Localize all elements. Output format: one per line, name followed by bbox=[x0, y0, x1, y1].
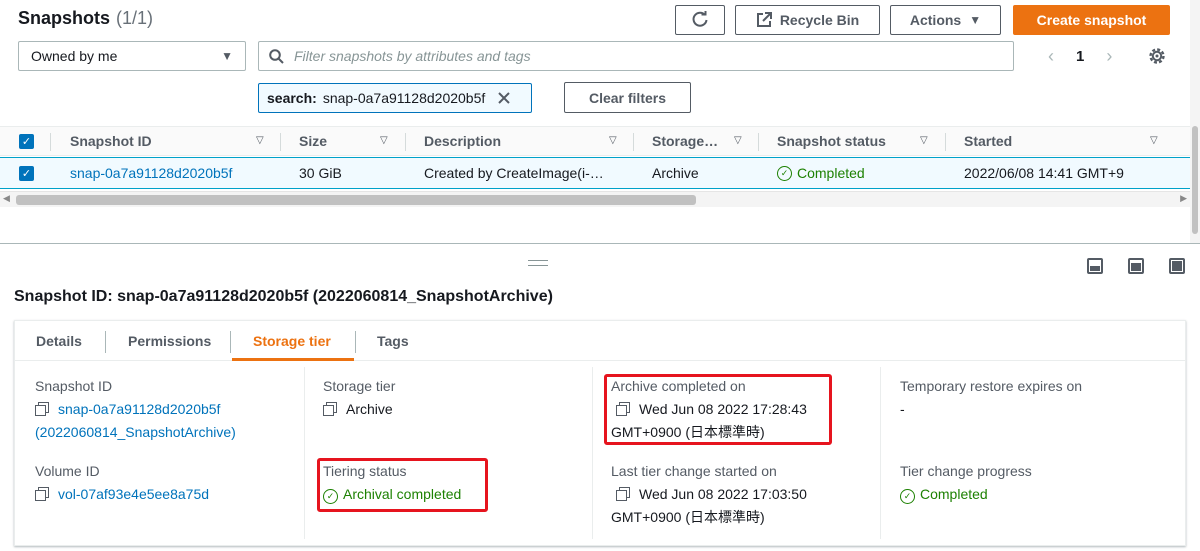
gear-icon[interactable] bbox=[1146, 45, 1168, 67]
layout-split-icon[interactable] bbox=[1128, 258, 1144, 274]
check-circle-icon: ✓ bbox=[900, 489, 915, 504]
column-header-description[interactable]: Description bbox=[424, 127, 501, 155]
sort-icon[interactable]: ▽ bbox=[380, 135, 388, 146]
column-header-snapshot-id[interactable]: Snapshot ID bbox=[70, 127, 152, 155]
search-icon bbox=[269, 48, 284, 64]
copy-icon[interactable] bbox=[35, 487, 49, 501]
column-divider[interactable] bbox=[758, 133, 759, 151]
sort-icon[interactable]: ▽ bbox=[609, 135, 617, 146]
owner-select[interactable]: Owned by me ▼ bbox=[18, 41, 246, 71]
scroll-right-icon[interactable]: ▶ bbox=[1180, 193, 1187, 204]
actions-button[interactable]: Actions ▼ bbox=[890, 5, 1001, 35]
sort-icon[interactable]: ▽ bbox=[734, 135, 742, 146]
split-divider bbox=[0, 243, 1200, 244]
last-tier-change-value: Wed Jun 08 2022 17:03:50 GMT+0900 (日本標準時… bbox=[611, 486, 807, 525]
refresh-button[interactable] bbox=[675, 5, 725, 35]
volume-id-link[interactable]: vol-07af93e4e5ee8a75d bbox=[58, 486, 209, 502]
column-divider bbox=[880, 367, 881, 539]
column-divider[interactable] bbox=[945, 133, 946, 151]
tab-tags[interactable]: Tags bbox=[377, 321, 409, 361]
column-header-storage[interactable]: Storage… bbox=[652, 127, 718, 155]
column-header-size[interactable]: Size bbox=[299, 127, 327, 155]
copy-icon[interactable] bbox=[35, 402, 49, 416]
detail-title: Snapshot ID: snap-0a7a91128d2020b5f (202… bbox=[14, 288, 553, 305]
caret-down-icon: ▼ bbox=[221, 49, 233, 63]
close-icon[interactable] bbox=[497, 91, 511, 105]
pagination: ‹ 1 › bbox=[1048, 46, 1112, 67]
active-tab-indicator bbox=[232, 358, 354, 361]
tier-progress-label: Tier change progress bbox=[900, 463, 1032, 479]
caret-down-icon: ▼ bbox=[969, 13, 982, 27]
table-header: ✓ Snapshot ID ▽ Size ▽ Description ▽ Sto… bbox=[0, 126, 1190, 156]
chevron-right-icon[interactable]: › bbox=[1106, 46, 1112, 67]
snapshot-id-link[interactable]: snap-0a7a91128d2020b5f bbox=[70, 158, 232, 188]
highlight-box-tiering-status bbox=[317, 458, 488, 512]
temp-restore-value: - bbox=[900, 401, 905, 417]
column-divider[interactable] bbox=[280, 133, 281, 151]
column-divider bbox=[592, 367, 593, 539]
create-snapshot-button[interactable]: Create snapshot bbox=[1013, 5, 1170, 35]
tab-details[interactable]: Details bbox=[36, 321, 82, 361]
filter-token: search: snap-0a7a91128d2020b5f bbox=[258, 83, 532, 113]
column-divider bbox=[50, 133, 51, 151]
table-row[interactable]: ✓ snap-0a7a91128d2020b5f 30 GiB Created … bbox=[0, 157, 1190, 189]
copy-icon[interactable] bbox=[323, 402, 337, 416]
clear-filters-button[interactable]: Clear filters bbox=[564, 82, 691, 113]
snapshot-storage: Archive bbox=[652, 165, 699, 181]
copy-icon[interactable] bbox=[616, 487, 630, 501]
page-title: Snapshots (1/1) bbox=[18, 8, 154, 28]
checkbox-checked-icon: ✓ bbox=[19, 133, 34, 149]
tier-progress-value: ✓ Completed bbox=[900, 483, 988, 506]
tab-storage-tier[interactable]: Storage tier bbox=[253, 321, 331, 361]
search-input[interactable]: Filter snapshots by attributes and tags bbox=[258, 41, 1014, 71]
volume-id-value: vol-07af93e4e5ee8a75d bbox=[35, 483, 209, 506]
sort-icon[interactable]: ▽ bbox=[920, 135, 928, 146]
layout-bottom-icon[interactable] bbox=[1087, 258, 1103, 274]
scroll-left-icon[interactable]: ◀ bbox=[3, 193, 10, 204]
column-divider[interactable] bbox=[633, 133, 634, 151]
snapshot-size: 30 GiB bbox=[299, 165, 342, 181]
column-header-started[interactable]: Started bbox=[964, 127, 1012, 155]
tab-divider bbox=[355, 331, 356, 353]
column-divider bbox=[304, 367, 305, 539]
sort-icon[interactable]: ▽ bbox=[1150, 135, 1158, 146]
detail-panel: Details Permissions Storage tier Tags Sn… bbox=[14, 320, 1186, 546]
snapshot-id-value: snap-0a7a91128d2020b5f (2022060814_Snaps… bbox=[35, 398, 236, 444]
highlight-box-archive-completed bbox=[604, 374, 832, 445]
last-tier-change-label: Last tier change started on bbox=[611, 463, 777, 479]
drag-handle-icon[interactable] bbox=[528, 260, 548, 266]
storage-tier-value: Archive bbox=[323, 398, 393, 421]
chevron-left-icon[interactable]: ‹ bbox=[1048, 46, 1054, 67]
tab-bar: Details Permissions Storage tier Tags bbox=[15, 321, 1185, 361]
horizontal-scrollbar[interactable]: ◀ ▶ bbox=[0, 191, 1190, 207]
tab-divider bbox=[105, 331, 106, 353]
column-header-status[interactable]: Snapshot status bbox=[777, 127, 886, 155]
recycle-bin-button[interactable]: Recycle Bin bbox=[735, 5, 880, 35]
column-divider[interactable] bbox=[405, 133, 406, 151]
layout-full-icon[interactable] bbox=[1169, 258, 1185, 274]
refresh-icon bbox=[692, 11, 708, 27]
tab-divider bbox=[230, 331, 231, 353]
checkbox-checked-icon: ✓ bbox=[19, 165, 34, 181]
row-checkbox[interactable]: ✓ bbox=[19, 158, 34, 188]
snapshot-started: 2022/06/08 14:41 GMT+9 bbox=[964, 165, 1124, 181]
snapshot-description: Created by CreateImage(i-… bbox=[424, 165, 604, 181]
item-count: (1/1) bbox=[116, 8, 154, 28]
storage-tier-label: Storage tier bbox=[323, 378, 396, 394]
snapshot-name-link[interactable]: (2022060814_SnapshotArchive) bbox=[35, 424, 236, 440]
vertical-scrollbar[interactable] bbox=[1190, 0, 1200, 243]
select-all-checkbox[interactable]: ✓ bbox=[19, 127, 34, 155]
status-badge: ✓ Completed bbox=[777, 158, 865, 188]
scrollbar-thumb[interactable] bbox=[1192, 126, 1198, 234]
external-link-icon bbox=[756, 12, 772, 27]
snapshot-id-label: Snapshot ID bbox=[35, 378, 113, 394]
snapshot-id-link[interactable]: snap-0a7a91128d2020b5f bbox=[58, 401, 220, 417]
page-number[interactable]: 1 bbox=[1076, 48, 1084, 65]
sort-icon[interactable]: ▽ bbox=[256, 135, 264, 146]
scrollbar-thumb[interactable] bbox=[16, 195, 696, 205]
temp-restore-label: Temporary restore expires on bbox=[900, 378, 1083, 394]
volume-id-label: Volume ID bbox=[35, 463, 100, 479]
tab-permissions[interactable]: Permissions bbox=[128, 321, 211, 361]
check-circle-icon: ✓ bbox=[777, 165, 792, 181]
